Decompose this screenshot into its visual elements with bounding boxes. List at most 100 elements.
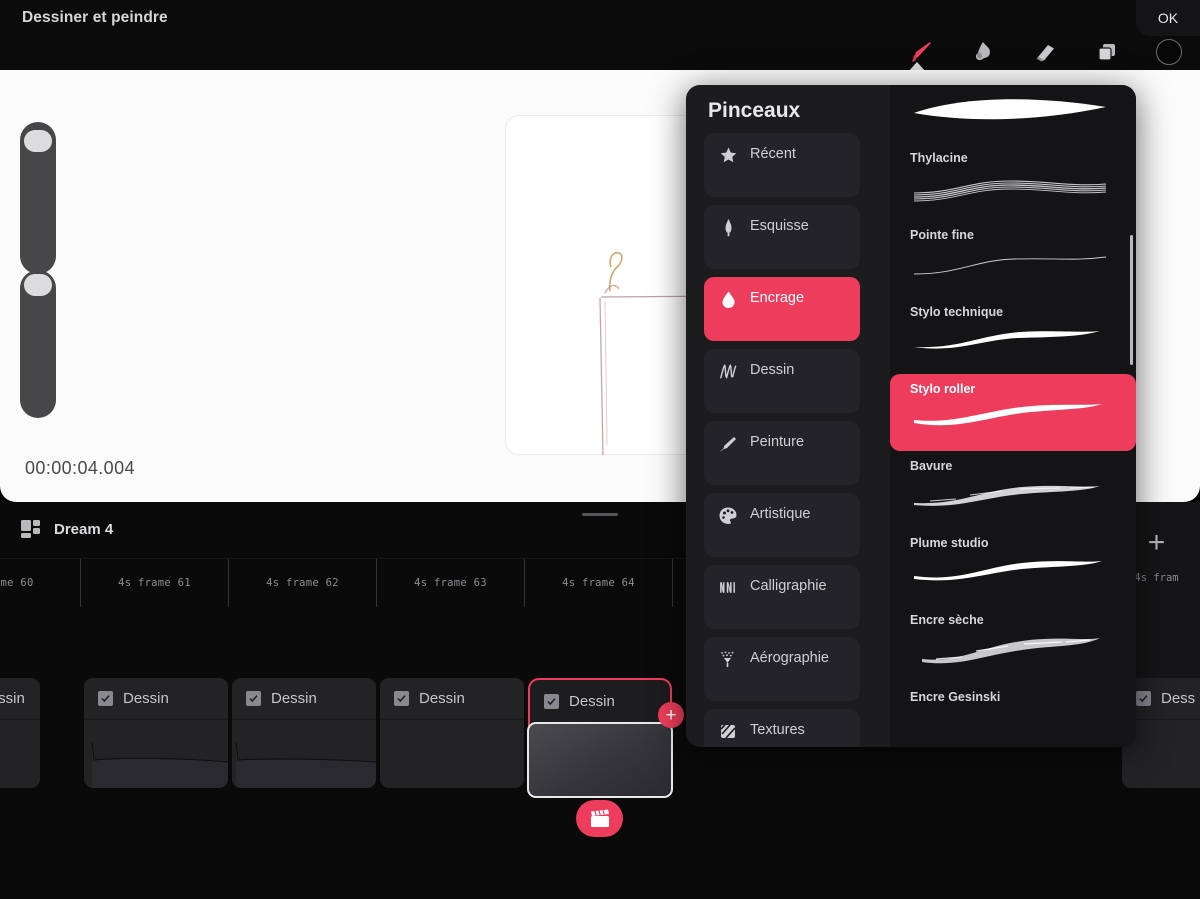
layers-tool[interactable]: [1076, 34, 1138, 70]
brush-list-scrollbar[interactable]: [1130, 235, 1133, 365]
frame-label: Dessin: [569, 692, 615, 710]
brush-name: Plume studio: [910, 536, 989, 550]
table-row[interactable]: Dessin: [84, 678, 228, 788]
frame-card-header: Dessin: [84, 678, 228, 720]
panel-drag-handle[interactable]: [582, 513, 618, 516]
list-item[interactable]: Bavure: [890, 451, 1136, 528]
ink-drop-icon: [718, 289, 738, 309]
ruler-label: rame 60: [0, 577, 34, 589]
frame-card-header: Dessin: [530, 680, 670, 722]
brush-opacity-slider[interactable]: [20, 270, 56, 418]
frame-card-header: Dessin: [0, 678, 40, 720]
brush-name: Pointe fine: [910, 228, 974, 242]
ruler-label: 4s frame 64: [562, 577, 635, 589]
ruler-tick: 4s frame 62: [228, 559, 376, 607]
sidebar-item-textures[interactable]: Textures: [704, 709, 860, 747]
table-row[interactable]: Dessin: [232, 678, 376, 788]
sidebar-item-label: Peinture: [750, 434, 805, 450]
frame-visibility-checkbox[interactable]: [394, 691, 409, 706]
stroke-preview: [914, 404, 1102, 426]
frame-label: Dessin: [419, 690, 465, 707]
brush-name: Encre sèche: [910, 613, 984, 627]
stroke-preview: [913, 180, 1107, 202]
frame-thumbnail: [84, 720, 228, 788]
airbrush-icon: [718, 649, 738, 669]
frame-visibility-checkbox[interactable]: [246, 691, 261, 706]
star-icon: [718, 145, 738, 165]
stroke-preview: [914, 561, 1102, 581]
brushes-panel: Pinceaux Récent Esquisse Encrage Dessin …: [686, 85, 1136, 747]
clapperboard-icon: [590, 809, 609, 827]
ruler-label: 4s frame 62: [266, 577, 339, 589]
sidebar-item-encrage[interactable]: Encrage: [704, 277, 860, 341]
frame-visibility-checkbox[interactable]: [544, 693, 559, 709]
frame-thumbnail: [0, 720, 40, 788]
add-frame-ruler-label: 4s fram: [1134, 572, 1179, 584]
add-frame-button[interactable]: +: [1148, 528, 1166, 558]
list-item[interactable]: Thylacine: [890, 143, 1136, 220]
brush-opacity-knob[interactable]: [24, 274, 52, 296]
frame-label: Dessin: [0, 690, 25, 707]
sidebar-item-label: Artistique: [750, 506, 811, 522]
stroke-preview: [914, 331, 1100, 349]
sidebar-item-label: Aérographie: [750, 650, 829, 666]
project-name: Dream 4: [54, 520, 114, 538]
list-item[interactable]: Encre Gesinski: [890, 682, 1136, 747]
top-toolbar: Dessiner et peindre OK: [0, 0, 1200, 72]
selected-frame-thumbnail[interactable]: [527, 722, 673, 798]
sidebar-item-peinture[interactable]: Peinture: [704, 421, 860, 485]
frame-visibility-checkbox[interactable]: [1136, 691, 1151, 706]
sidebar-item-label: Calligraphie: [750, 578, 827, 594]
brush-name: Stylo technique: [910, 305, 1004, 319]
ruler-tick: [672, 559, 673, 607]
stroke-preview: [914, 485, 1100, 506]
palette-icon: [718, 505, 738, 525]
brush-name: Encre Gesinski: [910, 690, 1001, 704]
brush-name: Bavure: [910, 459, 953, 473]
ok-button[interactable]: OK: [1136, 0, 1200, 36]
calligraphy-icon: [718, 577, 738, 597]
smudge-tool[interactable]: [952, 34, 1014, 70]
table-row[interactable]: Dessin: [0, 678, 40, 788]
sidebar-item-label: Récent: [750, 146, 796, 162]
brush-category-list: Récent Esquisse Encrage Dessin Peinture …: [704, 133, 880, 747]
brush-size-slider[interactable]: [20, 122, 56, 274]
list-item[interactable]: Stylo technique: [890, 297, 1136, 374]
sidebar-item-esquisse[interactable]: Esquisse: [704, 205, 860, 269]
list-item[interactable]: Pointe fine: [890, 220, 1136, 297]
frame-thumbnail: [232, 720, 376, 788]
pencil-tip-icon: [718, 217, 738, 237]
ruler-tick: 4s frame 64: [524, 559, 672, 607]
list-item[interactable]: Encre sèche: [890, 605, 1136, 682]
movie-export-button[interactable]: [576, 800, 623, 837]
layout-grid-icon: [21, 520, 40, 538]
scribble-icon: [718, 361, 738, 381]
frame-visibility-checkbox[interactable]: [98, 691, 113, 706]
sidebar-item-artistique[interactable]: Artistique: [704, 493, 860, 557]
timecode-display: 00:00:04.004: [25, 458, 135, 478]
sidebar-item-label: Textures: [750, 722, 805, 738]
sidebar-item-calligraphie[interactable]: Calligraphie: [704, 565, 860, 629]
sidebar-item-aerographie[interactable]: Aérographie: [704, 637, 860, 701]
sidebar-item-label: Esquisse: [750, 218, 809, 234]
brushes-panel-title: Pinceaux: [708, 99, 801, 122]
table-row[interactable]: Dessin: [380, 678, 524, 788]
ruler-label: 4s frame 61: [118, 577, 191, 589]
sidebar-item-recent[interactable]: Récent: [704, 133, 860, 197]
ruler-tick: 4s frame 61: [80, 559, 228, 607]
brush-size-knob[interactable]: [24, 130, 52, 152]
ruler-tick: rame 60: [0, 559, 80, 607]
list-item[interactable]: Stylo roller: [890, 374, 1136, 451]
add-layer-button[interactable]: +: [658, 702, 684, 728]
brush-preview-partial: [890, 85, 1136, 143]
brush-list[interactable]: Thylacine Pointe fine Stylo technique St…: [890, 85, 1136, 747]
color-swatch: [1156, 39, 1182, 65]
project-indicator[interactable]: Dream 4: [20, 518, 113, 540]
color-tool[interactable]: [1138, 34, 1200, 70]
list-item[interactable]: Plume studio: [890, 528, 1136, 605]
frame-label: Dessin: [123, 690, 169, 707]
brush-name: Thylacine: [910, 151, 968, 165]
frame-label: Dess: [1161, 690, 1196, 707]
eraser-tool[interactable]: [1014, 34, 1076, 70]
sidebar-item-dessin[interactable]: Dessin: [704, 349, 860, 413]
